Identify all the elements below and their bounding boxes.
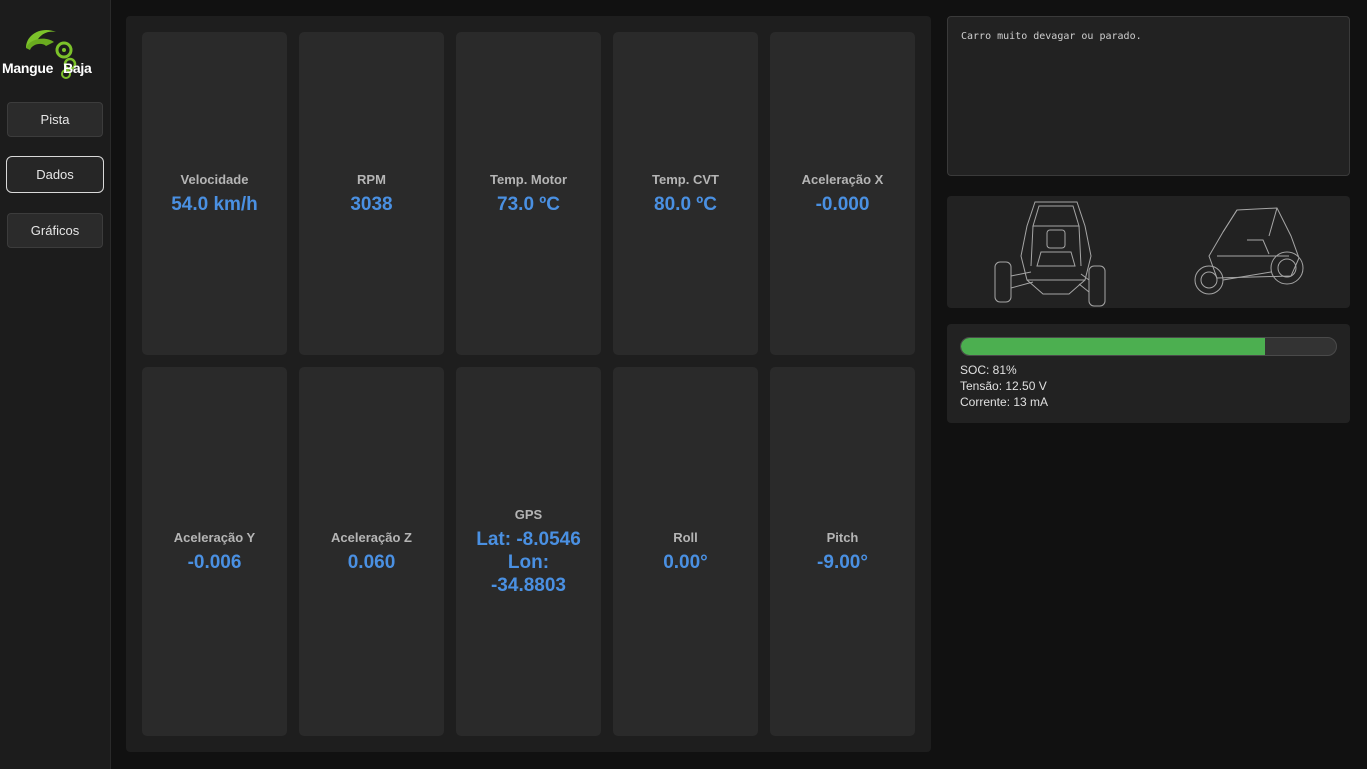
sensor-card-aceleracao-z: Aceleração Z 0.060 [299, 367, 444, 736]
car-wireframe-icon [994, 201, 1304, 307]
sensor-card-temp-cvt: Temp. CVT 80.0 ºC [613, 32, 758, 355]
sensor-card-roll: Roll 0.00° [613, 367, 758, 736]
sensor-label: Temp. Motor [489, 171, 568, 187]
sensor-card-aceleracao-x: Aceleração X -0.000 [770, 32, 915, 355]
soc-text: SOC: 81% [960, 363, 1017, 377]
sensor-card-temp-motor: Temp. Motor 73.0 ºC [456, 32, 601, 355]
sensor-card-gps: GPS Lat: -8.0546 Lon: -34.8803 [456, 367, 601, 736]
sensor-label: RPM [357, 171, 386, 187]
sensor-value: 0.00° [663, 551, 708, 573]
sensor-panel: Velocidade 54.0 km/h RPM 3038 Temp. Moto… [126, 16, 931, 752]
sensor-label: Aceleração Y [173, 529, 256, 545]
car-side-view [1194, 207, 1304, 295]
sidebar: Mangue Baja Pista Dados Gráficos [0, 0, 111, 769]
sensor-card-aceleracao-y: Aceleração Y -0.006 [142, 367, 287, 736]
sensor-label: Roll [673, 529, 698, 545]
soc-progress-fill [961, 338, 1265, 355]
sensor-value: 0.060 [347, 551, 396, 573]
status-log-message: Carro muito devagar ou parado. [961, 31, 1142, 42]
sensor-card-velocidade: Velocidade 54.0 km/h [142, 32, 287, 355]
current-text: Corrente: 13 mA [960, 395, 1049, 409]
status-log-box[interactable]: Carro muito devagar ou parado. [947, 16, 1350, 176]
sensor-card-rpm: RPM 3038 [299, 32, 444, 355]
sensor-label: Aceleração Z [331, 529, 412, 545]
car-orientation-panel [947, 196, 1350, 308]
sensor-value: 3038 [350, 193, 393, 215]
nav-button-graficos[interactable]: Gráficos [7, 213, 103, 248]
nav-button-dados[interactable]: Dados [6, 156, 104, 193]
sensor-label: Pitch [826, 529, 859, 545]
sensor-label: GPS [514, 506, 543, 522]
voltage-text: Tensão: 12.50 V [960, 379, 1047, 393]
mangue-baja-logo: Mangue Baja [2, 24, 109, 86]
sensor-value: -0.000 [815, 193, 870, 215]
sensor-label: Velocidade [180, 171, 249, 187]
sensor-value: -0.006 [187, 551, 242, 573]
nav-button-pista[interactable]: Pista [7, 102, 103, 137]
battery-panel: SOC: 81% Tensão: 12.50 V Corrente: 13 mA [947, 324, 1350, 423]
car-front-view [994, 201, 1106, 307]
sensor-value: 73.0 ºC [497, 193, 560, 215]
sensor-value: -9.00° [817, 551, 868, 573]
sensor-label: Temp. CVT [652, 171, 719, 187]
gps-lon-label: Lon: [507, 551, 550, 573]
logo-gears-icon [26, 29, 77, 79]
soc-progress-bar [960, 337, 1337, 356]
gps-lon-value: -34.8803 [490, 574, 566, 596]
sensor-label: Aceleração X [801, 171, 884, 187]
sensor-value: 54.0 km/h [171, 193, 258, 215]
gps-lat-value: Lat: -8.0546 [476, 528, 581, 550]
sensor-value: 80.0 ºC [654, 193, 717, 215]
logo-text: Mangue Baja [2, 60, 92, 76]
sensor-card-pitch: Pitch -9.00° [770, 367, 915, 736]
